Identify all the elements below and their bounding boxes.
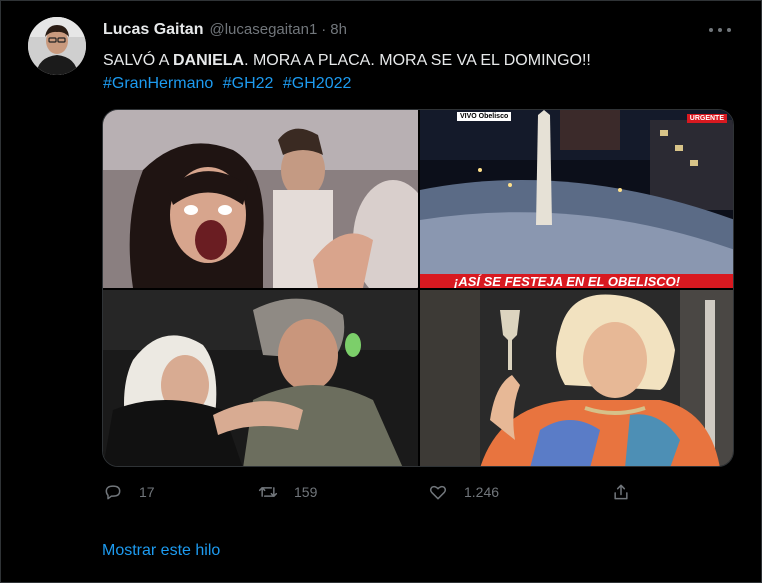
like-icon (429, 485, 447, 500)
tweet-text-part2: . MORA A PLACA. MORA SE VA EL DOMINGO!! (244, 52, 591, 69)
retweet-button[interactable]: 159 (258, 482, 317, 502)
action-bar: 17 159 1.246 (103, 482, 643, 506)
tweet-header: Lucas Gaitan @lucasegaitan1 · 8h (103, 21, 347, 39)
live-label: VIVO Obelisco (457, 112, 512, 121)
more-icon[interactable] (709, 23, 731, 37)
media-photo[interactable] (420, 290, 733, 466)
hashtag-list: #GranHermano #GH22 #GH2022 (103, 73, 356, 95)
retweet-icon (258, 487, 278, 497)
share-icon (614, 484, 628, 500)
share-button[interactable] (611, 482, 631, 502)
like-count: 1.246 (464, 484, 500, 500)
reply-count: 17 (139, 484, 155, 500)
tweet-text-bold: DANIELA (172, 52, 245, 69)
show-thread-link[interactable]: Mostrar este hilo (102, 542, 220, 560)
timestamp[interactable]: 8h (330, 21, 347, 38)
hashtag-link[interactable]: #GH2022 (283, 75, 352, 92)
news-banner: ¡ASÍ SE FESTEJA EN EL OBELISCO! (420, 274, 733, 288)
hashtag-link[interactable]: #GranHermano (103, 75, 213, 92)
tweet-text-part1: SALVÓ A (103, 52, 173, 69)
reply-icon (105, 485, 121, 500)
media-photo[interactable] (103, 110, 418, 288)
separator: · (321, 21, 327, 38)
avatar[interactable] (28, 17, 86, 75)
urgent-label: URGENTE (686, 114, 727, 123)
reply-button[interactable]: 17 (103, 482, 155, 502)
media-photo[interactable] (103, 290, 418, 466)
author-name[interactable]: Lucas Gaitan (103, 21, 203, 39)
author-handle[interactable]: @lucasegaitan1 (209, 21, 317, 38)
media-grid: VIVO Obelisco URGENTE ¡ASÍ SE FESTEJA EN… (102, 109, 734, 467)
tweet-text: SALVÓ A DANIELA. MORA A PLACA. MORA SE V… (103, 50, 591, 72)
retweet-count: 159 (294, 484, 318, 500)
hashtag-link[interactable]: #GH22 (223, 75, 274, 92)
tweet-card[interactable]: Lucas Gaitan @lucasegaitan1 · 8h SALVÓ A… (0, 0, 762, 583)
media-photo[interactable]: VIVO Obelisco URGENTE ¡ASÍ SE FESTEJA EN… (420, 110, 733, 288)
like-button[interactable]: 1.246 (428, 482, 499, 502)
